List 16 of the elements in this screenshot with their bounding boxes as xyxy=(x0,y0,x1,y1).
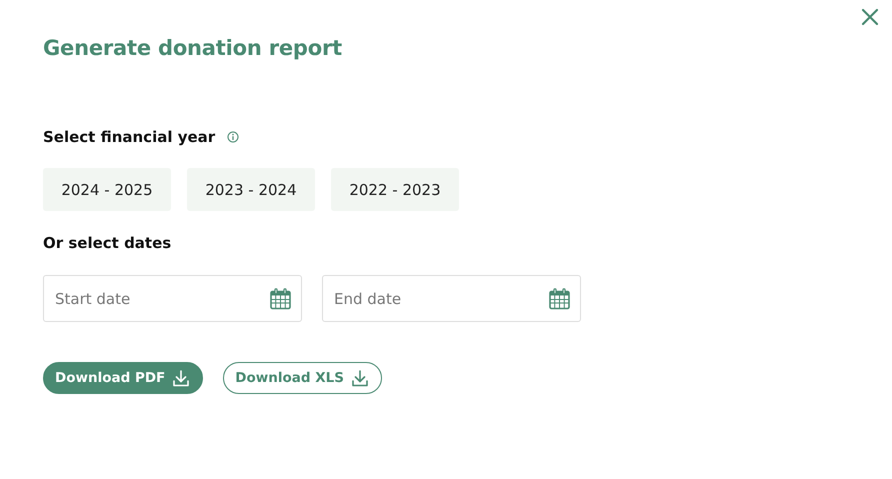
download-icon xyxy=(173,370,190,386)
download-button[interactable]: Download PDF xyxy=(43,362,204,394)
calendar-icon xyxy=(270,288,291,310)
year-option[interactable]: 2022 - 2023 xyxy=(331,168,459,211)
close-icon[interactable] xyxy=(861,8,879,26)
year-option[interactable]: 2024 - 2025 xyxy=(43,168,171,211)
section-label: Select financial year xyxy=(43,128,216,146)
info-icon xyxy=(227,131,240,143)
date-field[interactable]: Start date xyxy=(43,275,302,322)
calendar-icon xyxy=(549,288,570,310)
date-field[interactable]: End date xyxy=(322,275,581,322)
download-icon xyxy=(352,370,368,386)
download-button[interactable]: Download XLS xyxy=(223,362,382,394)
dialog-title: Generate donation report xyxy=(43,36,343,60)
section-label: Or select dates xyxy=(43,234,172,252)
year-option[interactable]: 2023 - 2024 xyxy=(187,168,315,211)
